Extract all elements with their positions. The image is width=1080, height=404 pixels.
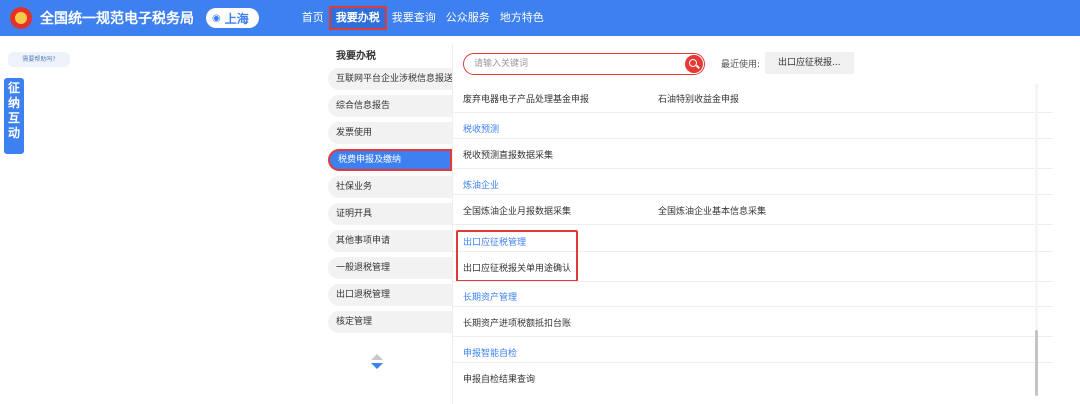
category-item-social-security[interactable]: 社保业务 bbox=[328, 176, 452, 198]
recent-item-chip[interactable]: 出口应征税报... bbox=[765, 52, 854, 74]
service-link[interactable]: 废弃电器电子产品处理基金申报 bbox=[463, 92, 589, 105]
tax-emblem-icon bbox=[10, 7, 32, 29]
divider bbox=[453, 138, 1053, 139]
tax-portal-page: 全国统一规范电子税务局 ◉ 上海 首页 我要办税 我要查询 公众服务 地方特色 … bbox=[0, 0, 1080, 404]
divider bbox=[453, 281, 1053, 282]
service-panel: 请输入关键词 最近使用: 出口应征税报... 废弃电器电子产品处理基金申报 石油… bbox=[452, 44, 1058, 404]
divider bbox=[453, 194, 1053, 195]
search-icon[interactable] bbox=[685, 55, 703, 73]
nav-home[interactable]: 首页 bbox=[297, 6, 329, 30]
service-link[interactable]: 石油特别收益金申报 bbox=[658, 92, 739, 105]
category-scroll-arrows[interactable] bbox=[370, 354, 384, 374]
service-list: 废弃电器电子产品处理基金申报 石油特别收益金申报 税收预测 税收预测直报数据采集… bbox=[453, 82, 1053, 404]
category-item-info-report[interactable]: 综合信息报告 bbox=[328, 95, 452, 117]
category-menu: 我要办税 互联网平台企业涉税信息报送 综合信息报告 发票使用 税费申报及缴纳 社… bbox=[328, 46, 452, 333]
arrow-down-icon[interactable] bbox=[371, 363, 383, 369]
service-link[interactable]: 申报自检结果查询 bbox=[463, 372, 535, 385]
service-link[interactable]: 全国炼油企业月报数据采集 bbox=[463, 204, 571, 217]
section-heading: 炼油企业 bbox=[463, 181, 500, 191]
category-item-export-refund[interactable]: 出口退税管理 bbox=[328, 284, 452, 306]
divider bbox=[453, 362, 1053, 363]
site-title: 全国统一规范电子税务局 bbox=[40, 11, 194, 27]
category-item-tax-declaration[interactable]: 税费申报及缴纳 bbox=[328, 149, 452, 171]
category-item-certificate[interactable]: 证明开具 bbox=[328, 203, 452, 225]
nav-public-service[interactable]: 公众服务 bbox=[441, 6, 495, 30]
category-item-platform-info[interactable]: 互联网平台企业涉税信息报送 bbox=[328, 68, 452, 90]
highlight-box bbox=[456, 230, 578, 282]
side-tab-char: 纳 bbox=[7, 96, 20, 110]
help-button[interactable]: 需要帮助吗? bbox=[8, 52, 70, 67]
nav-handle-tax[interactable]: 我要办税 bbox=[328, 6, 387, 30]
location-pin-icon: ◉ bbox=[212, 12, 221, 24]
category-item-general-refund[interactable]: 一般退税管理 bbox=[328, 257, 452, 279]
section-heading: 税收预测 bbox=[463, 125, 500, 135]
nav-local-features[interactable]: 地方特色 bbox=[495, 6, 549, 30]
top-navbar: 全国统一规范电子税务局 ◉ 上海 首页 我要办税 我要查询 公众服务 地方特色 bbox=[0, 0, 1080, 36]
category-item-other-requests[interactable]: 其他事项申请 bbox=[328, 230, 452, 252]
region-selector[interactable]: ◉ 上海 bbox=[206, 8, 259, 28]
recent-label: 最近使用: bbox=[721, 60, 761, 70]
side-tab-char: 互 bbox=[7, 111, 20, 125]
nav-query[interactable]: 我要查询 bbox=[387, 6, 441, 30]
category-item-assessment[interactable]: 核定管理 bbox=[328, 311, 452, 333]
arrow-up-icon[interactable] bbox=[371, 354, 383, 360]
divider bbox=[453, 168, 1053, 169]
region-label: 上海 bbox=[224, 11, 249, 26]
interaction-side-tab[interactable]: 征 纳 互 动 bbox=[4, 78, 24, 154]
divider bbox=[453, 224, 1053, 225]
keyword-search-input[interactable]: 请输入关键词 bbox=[463, 53, 705, 75]
side-tab-char: 征 bbox=[7, 81, 20, 95]
category-item-invoice[interactable]: 发票使用 bbox=[328, 122, 452, 144]
section-heading: 申报智能自检 bbox=[463, 349, 518, 359]
service-link[interactable]: 税收预测直报数据采集 bbox=[463, 148, 553, 161]
main-nav: 首页 我要办税 我要查询 公众服务 地方特色 bbox=[297, 6, 549, 30]
service-link[interactable]: 全国炼油企业基本信息采集 bbox=[658, 204, 766, 217]
divider bbox=[453, 336, 1053, 337]
section-heading: 长期资产管理 bbox=[463, 293, 518, 303]
divider bbox=[453, 112, 1053, 113]
divider bbox=[453, 306, 1053, 307]
category-title: 我要办税 bbox=[336, 51, 376, 62]
scrollbar-thumb[interactable] bbox=[1035, 330, 1038, 396]
service-link[interactable]: 长期资产进项税额抵扣台账 bbox=[463, 316, 571, 329]
side-tab-char: 动 bbox=[7, 126, 20, 140]
